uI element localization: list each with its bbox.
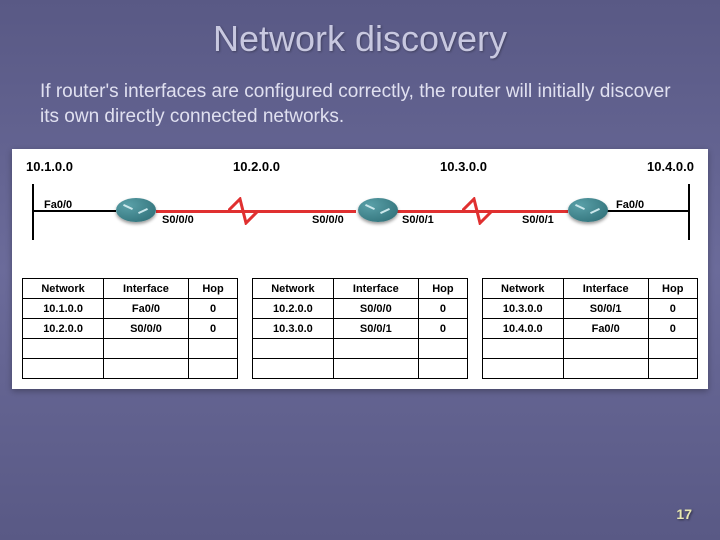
net-segment-bar: [32, 184, 34, 240]
table-row: 10.2.0.0 S0/0/0 0: [252, 299, 467, 319]
col-header: Interface: [333, 279, 418, 299]
routing-table: Network Interface Hop 10.2.0.0 S0/0/0 0 …: [252, 278, 468, 379]
cell: 10.2.0.0: [252, 299, 333, 319]
cell: [648, 339, 698, 359]
cell: [482, 339, 563, 359]
table-row: [23, 359, 238, 379]
cell: 10.2.0.0: [23, 319, 104, 339]
col-header: Network: [482, 279, 563, 299]
router-icon: [356, 192, 400, 230]
cell: [333, 359, 418, 379]
cell: S0/0/1: [563, 299, 648, 319]
table-row: [23, 339, 238, 359]
table-header-row: Network Interface Hop: [252, 279, 467, 299]
table-header-row: Network Interface Hop: [482, 279, 697, 299]
slide-subtitle: If router's interfaces are configured co…: [0, 70, 720, 149]
cell: [23, 339, 104, 359]
cell: S0/0/1: [333, 319, 418, 339]
router-icon: [566, 192, 610, 230]
cell: [104, 359, 189, 379]
network-label: 10.2.0.0: [233, 159, 280, 174]
interface-label: Fa0/0: [616, 199, 644, 211]
diagram-container: 10.1.0.0 10.2.0.0 10.3.0.0 10.4.0.0 Fa0/…: [12, 149, 708, 389]
cell: [104, 339, 189, 359]
cell: 0: [648, 299, 698, 319]
cell: [333, 339, 418, 359]
routing-table: Network Interface Hop 10.3.0.0 S0/0/1 0 …: [482, 278, 698, 379]
cell: 0: [188, 319, 238, 339]
cell: [188, 339, 238, 359]
cell: [563, 339, 648, 359]
col-header: Interface: [563, 279, 648, 299]
router-icon: [114, 192, 158, 230]
col-header: Hop: [188, 279, 238, 299]
table-row: [252, 359, 467, 379]
cell: [563, 359, 648, 379]
cell: [188, 359, 238, 379]
cell: S0/0/0: [333, 299, 418, 319]
table-row: 10.3.0.0 S0/0/1 0: [482, 299, 697, 319]
cell: 0: [188, 299, 238, 319]
cell: Fa0/0: [104, 299, 189, 319]
table-row: 10.1.0.0 Fa0/0 0: [23, 299, 238, 319]
table-row: [252, 339, 467, 359]
cell: [418, 339, 468, 359]
net-segment-bar: [688, 184, 690, 240]
network-labels-row: 10.1.0.0 10.2.0.0 10.3.0.0 10.4.0.0: [22, 159, 698, 180]
col-header: Network: [23, 279, 104, 299]
slide-title: Network discovery: [0, 0, 720, 70]
network-label: 10.3.0.0: [440, 159, 487, 174]
cell: 0: [418, 299, 468, 319]
table-row: [482, 359, 697, 379]
col-header: Hop: [648, 279, 698, 299]
cell: 10.3.0.0: [252, 319, 333, 339]
cell: [252, 359, 333, 379]
cell: [648, 359, 698, 379]
page-number: 17: [676, 506, 692, 522]
col-header: Hop: [418, 279, 468, 299]
interface-label: Fa0/0: [44, 199, 72, 211]
serial-zigzag-icon: [462, 197, 502, 225]
network-label: 10.4.0.0: [647, 159, 694, 174]
interface-label: S0/0/1: [402, 214, 434, 226]
table-row: 10.3.0.0 S0/0/1 0: [252, 319, 467, 339]
cell: 10.4.0.0: [482, 319, 563, 339]
cell: Fa0/0: [563, 319, 648, 339]
cell: 0: [418, 319, 468, 339]
routing-table: Network Interface Hop 10.1.0.0 Fa0/0 0 1…: [22, 278, 238, 379]
interface-label: S0/0/1: [522, 214, 554, 226]
interface-label: S0/0/0: [312, 214, 344, 226]
cell: 0: [648, 319, 698, 339]
cell: [23, 359, 104, 379]
serial-zigzag-icon: [228, 197, 268, 225]
cell: [418, 359, 468, 379]
cell: [252, 339, 333, 359]
interface-label: S0/0/0: [162, 214, 194, 226]
col-header: Interface: [104, 279, 189, 299]
table-row: 10.2.0.0 S0/0/0 0: [23, 319, 238, 339]
table-row: 10.4.0.0 Fa0/0 0: [482, 319, 697, 339]
cell: 10.1.0.0: [23, 299, 104, 319]
table-header-row: Network Interface Hop: [23, 279, 238, 299]
cell: [482, 359, 563, 379]
cell: 10.3.0.0: [482, 299, 563, 319]
network-label: 10.1.0.0: [26, 159, 73, 174]
cell: S0/0/0: [104, 319, 189, 339]
col-header: Network: [252, 279, 333, 299]
table-row: [482, 339, 697, 359]
topology-diagram: Fa0/0 S0/0/0 S0/0/0 S0/0/1 S0/0/1 Fa0/0: [22, 180, 698, 250]
routing-tables-row: Network Interface Hop 10.1.0.0 Fa0/0 0 1…: [22, 278, 698, 379]
